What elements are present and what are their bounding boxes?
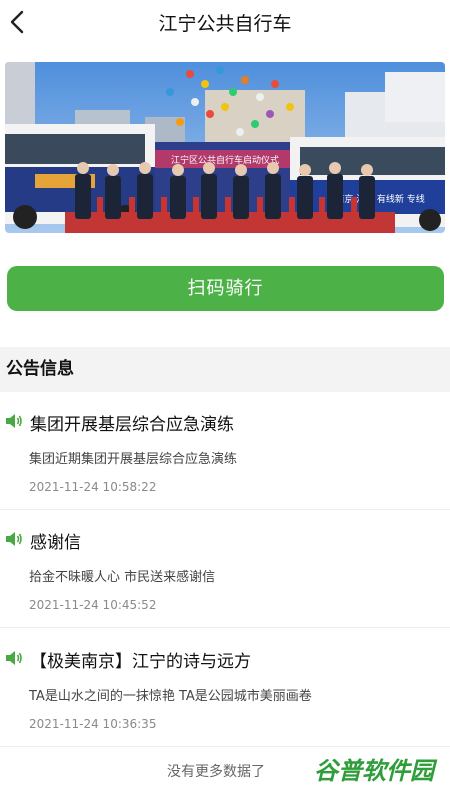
page-title: 江宁公共自行车	[158, 13, 292, 35]
watermark-logo: 谷普软件园	[306, 750, 442, 790]
announcement-summary: 集团近期集团开展基层综合应急演练	[29, 452, 238, 467]
announcement-timestamp: 2021-11-24 10:36:35	[29, 717, 157, 731]
banner-bus-text: 南京·江宁 有线新 专线	[335, 193, 425, 205]
banner-image[interactable]: 江宁区公共自行车启动仪式 南京·江宁 有线新 专线	[5, 62, 445, 233]
announcement-item[interactable]: 感谢信 拾金不昧暖人心 市民送来感谢信 2021-11-24 10:45:52	[0, 510, 450, 628]
announcement-item[interactable]: 集团开展基层综合应急演练 集团近期集团开展基层综合应急演练 2021-11-24…	[0, 392, 450, 510]
speaker-icon	[6, 414, 22, 428]
announcements-heading: 公告信息	[0, 347, 450, 392]
nav-bar: 江宁公共自行车	[0, 0, 450, 44]
scan-to-ride-button[interactable]: 扫码骑行	[7, 266, 444, 311]
announcement-title: 【极美南京】江宁的诗与远方	[30, 652, 251, 672]
svg-text:谷普软件园: 谷普软件园	[314, 757, 438, 785]
banner-sign-text: 江宁区公共自行车启动仪式	[171, 154, 279, 166]
speaker-icon	[6, 651, 22, 665]
announcement-title: 感谢信	[30, 533, 81, 553]
speaker-icon	[6, 532, 22, 546]
announcement-timestamp: 2021-11-24 10:58:22	[29, 480, 157, 494]
announcement-summary: TA是山水之间的一抹惊艳 TA是公园城市美丽画卷	[29, 689, 312, 704]
announcement-title: 集团开展基层综合应急演练	[30, 415, 234, 435]
announcement-timestamp: 2021-11-24 10:45:52	[29, 598, 157, 612]
announcement-item[interactable]: 【极美南京】江宁的诗与远方 TA是山水之间的一抹惊艳 TA是公园城市美丽画卷 2…	[0, 629, 450, 747]
no-more-data-text: 没有更多数据了	[167, 764, 265, 780]
announcement-summary: 拾金不昧暖人心 市民送来感谢信	[29, 570, 216, 585]
